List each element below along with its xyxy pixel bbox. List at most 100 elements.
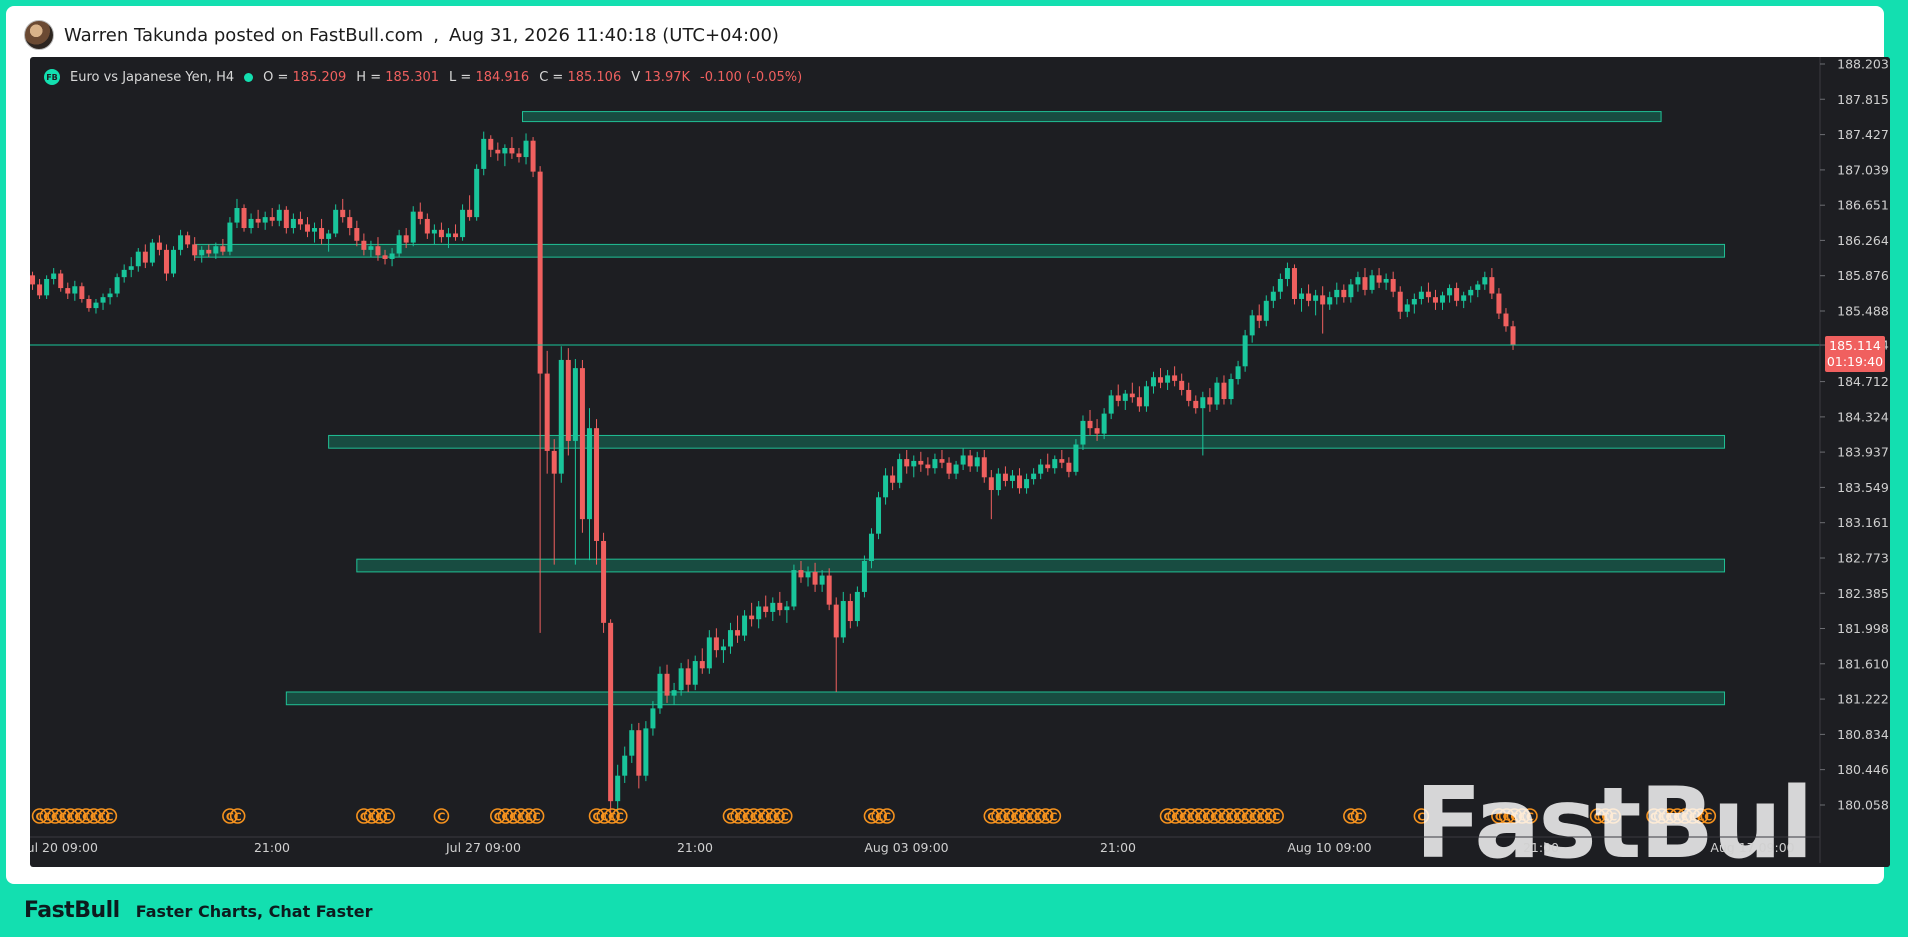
- candle-body: [763, 606, 769, 612]
- chart-panel[interactable]: CCCCCCCCCCCCCCCCCCCCCCCCCCCCCCCCCCCCCCCC…: [30, 57, 1890, 867]
- candle-body: [1454, 288, 1460, 301]
- candle-body: [326, 233, 332, 239]
- candle-body: [1376, 275, 1382, 283]
- candle-body: [551, 450, 557, 474]
- post-card: Warren Takunda posted on FastBull.com , …: [6, 6, 1890, 884]
- candle-body: [1489, 277, 1495, 294]
- candle-body: [128, 266, 134, 270]
- svg-text:C: C: [383, 811, 391, 824]
- event-calendar-icon: C: [101, 808, 118, 824]
- y-tick-label: 181.222: [1837, 692, 1889, 707]
- x-tick-label: Jul 27 09:00: [445, 840, 521, 855]
- candle-body: [1172, 375, 1178, 381]
- x-tick-label: 21:00: [254, 840, 290, 855]
- y-tick-label: 186.264: [1837, 233, 1889, 248]
- candle-body: [523, 140, 529, 158]
- candle-body: [833, 604, 839, 638]
- candle-body: [1059, 459, 1065, 463]
- candle-body: [615, 775, 621, 802]
- candle-body: [742, 615, 748, 636]
- y-tick-label: 184.712: [1837, 374, 1889, 389]
- candle-body: [805, 571, 811, 578]
- event-calendar-icon: C: [1268, 808, 1284, 824]
- candle-body: [269, 217, 275, 221]
- candle-body: [1341, 289, 1347, 298]
- candle-body: [107, 293, 113, 298]
- candle-body: [1150, 377, 1156, 387]
- candle-body: [1284, 268, 1290, 279]
- author-line[interactable]: Warren Takunda posted on FastBull.com: [64, 25, 423, 46]
- candle-body: [495, 149, 501, 154]
- candle-body: [453, 233, 459, 238]
- symbol-label[interactable]: Euro vs Japanese Yen, H4: [70, 70, 234, 85]
- candle-body: [643, 728, 649, 776]
- candle-body: [206, 249, 212, 254]
- candle-body: [481, 138, 487, 169]
- candle-body: [868, 533, 874, 561]
- candle-body: [1094, 428, 1100, 434]
- candle-body: [988, 477, 994, 491]
- candle-body: [227, 222, 233, 252]
- candle-body: [1411, 298, 1417, 305]
- candle-body: [396, 235, 402, 254]
- candle-body: [1475, 284, 1481, 290]
- y-tick-label: 181.610: [1837, 656, 1889, 671]
- x-tick-label: 21:00: [1100, 840, 1136, 855]
- event-calendar-icon: C: [229, 808, 246, 824]
- candle-body: [819, 575, 825, 585]
- candle-body: [171, 249, 177, 274]
- candle-body: [424, 218, 430, 234]
- candle-body: [220, 246, 226, 252]
- candle-body: [883, 475, 889, 498]
- candle-body: [1334, 289, 1340, 298]
- event-calendar-icon: C: [433, 808, 450, 824]
- candle-body: [86, 298, 92, 309]
- svg-text:C: C: [616, 811, 624, 824]
- candle-body: [1327, 297, 1333, 305]
- candle-body: [657, 673, 663, 709]
- candle-body: [1418, 291, 1424, 299]
- candle-body: [890, 475, 896, 483]
- event-calendar-icon: C: [1350, 808, 1367, 824]
- candle-body: [1313, 295, 1319, 301]
- y-tick-label: 187.039: [1837, 162, 1889, 177]
- candle-body: [1432, 297, 1438, 303]
- author-avatar[interactable]: [24, 20, 54, 50]
- candle-body: [1179, 380, 1185, 390]
- footer-logo[interactable]: FastBull: [24, 898, 120, 923]
- y-tick-label: 185.876: [1837, 268, 1889, 283]
- candle-body: [1482, 277, 1488, 285]
- candle-body: [1277, 278, 1283, 292]
- y-axis-panel: [1820, 57, 1890, 867]
- svg-text:C: C: [437, 811, 445, 824]
- candle-body: [1087, 420, 1093, 429]
- y-tick-label: 180.058: [1837, 797, 1889, 812]
- candle-body: [1009, 475, 1015, 481]
- candle-body: [142, 251, 148, 263]
- candle-body: [368, 246, 374, 250]
- candle-body: [650, 708, 656, 729]
- ohlc-high: H = 185.301: [356, 69, 440, 85]
- candle-body: [678, 668, 684, 691]
- candle-body: [185, 235, 191, 245]
- x-tick-label: Jul 20 09:00: [30, 840, 98, 855]
- y-tick-label: 186.651: [1837, 198, 1889, 213]
- candle-body: [290, 218, 296, 229]
- candle-body: [93, 302, 99, 309]
- candle-body: [1390, 278, 1396, 292]
- event-calendar-icon: C: [379, 808, 395, 824]
- candle-body: [756, 606, 762, 620]
- candle-body: [1306, 293, 1312, 301]
- candle-body: [925, 464, 931, 469]
- candle-body: [1383, 278, 1389, 283]
- candle-body: [1214, 382, 1220, 405]
- candle-body: [664, 673, 670, 696]
- candle-body: [1045, 464, 1051, 469]
- candle-body: [685, 668, 691, 685]
- candle-body: [798, 570, 804, 578]
- candle-body: [1496, 293, 1502, 314]
- candle-body: [579, 368, 585, 520]
- candle-body: [114, 277, 120, 294]
- candlestick-chart[interactable]: CCCCCCCCCCCCCCCCCCCCCCCCCCCCCCCCCCCCCCCC…: [30, 57, 1890, 867]
- x-tick-label: Aug 17 09:00: [1710, 840, 1794, 855]
